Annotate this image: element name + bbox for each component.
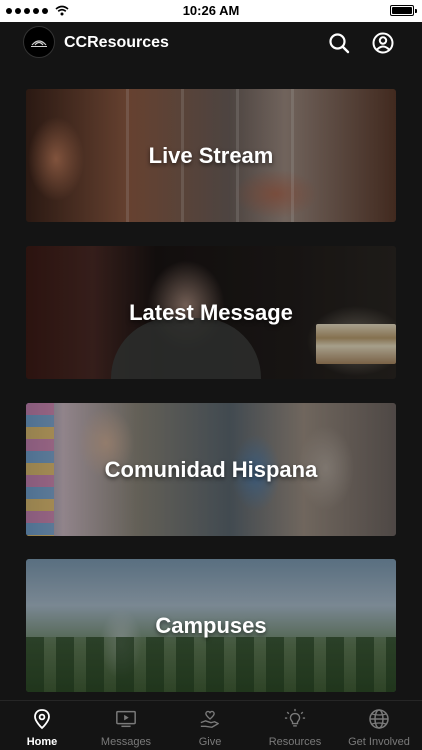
app-title: CCResources (64, 34, 169, 51)
card-label: Comunidad Hispana (104, 456, 318, 482)
tab-label: Home (26, 736, 58, 748)
account-icon[interactable] (371, 31, 395, 55)
lightbulb-icon (284, 708, 306, 730)
status-bar: 10:26 AM (0, 0, 422, 22)
status-time: 10:26 AM (182, 3, 240, 18)
play-screen-icon (115, 708, 137, 730)
location-pin-icon (31, 708, 53, 730)
card-label: Latest Message (129, 299, 293, 325)
tab-get-involved[interactable]: Get Involved (337, 701, 421, 750)
tab-label: Resources (268, 736, 322, 748)
app-header: CCResources (0, 22, 422, 66)
tab-bar: Home Messages Give Resources Get Involve… (0, 700, 422, 750)
tab-home[interactable]: Home (0, 701, 84, 750)
tab-label: Messages (100, 736, 152, 748)
tab-messages[interactable]: Messages (84, 701, 168, 750)
tab-give[interactable]: Give (168, 701, 252, 750)
live-stream-card[interactable]: Live Stream (26, 89, 396, 222)
battery-icon (390, 5, 417, 16)
tab-label: Give (198, 736, 222, 748)
tab-label: Get Involved (348, 736, 410, 748)
church-logo-icon[interactable] (23, 26, 55, 58)
search-icon[interactable] (327, 31, 351, 55)
heart-hand-icon (199, 708, 221, 730)
tab-resources[interactable]: Resources (253, 701, 337, 750)
card-label: Live Stream (148, 142, 274, 168)
campuses-card[interactable]: Campuses (26, 559, 396, 692)
globe-icon (368, 708, 390, 730)
latest-message-card[interactable]: Latest Message (26, 246, 396, 379)
card-label: Campuses (155, 612, 267, 638)
comunidad-hispana-card[interactable]: Comunidad Hispana (26, 403, 396, 536)
logo-mark (31, 40, 47, 47)
battery-level (392, 7, 412, 14)
